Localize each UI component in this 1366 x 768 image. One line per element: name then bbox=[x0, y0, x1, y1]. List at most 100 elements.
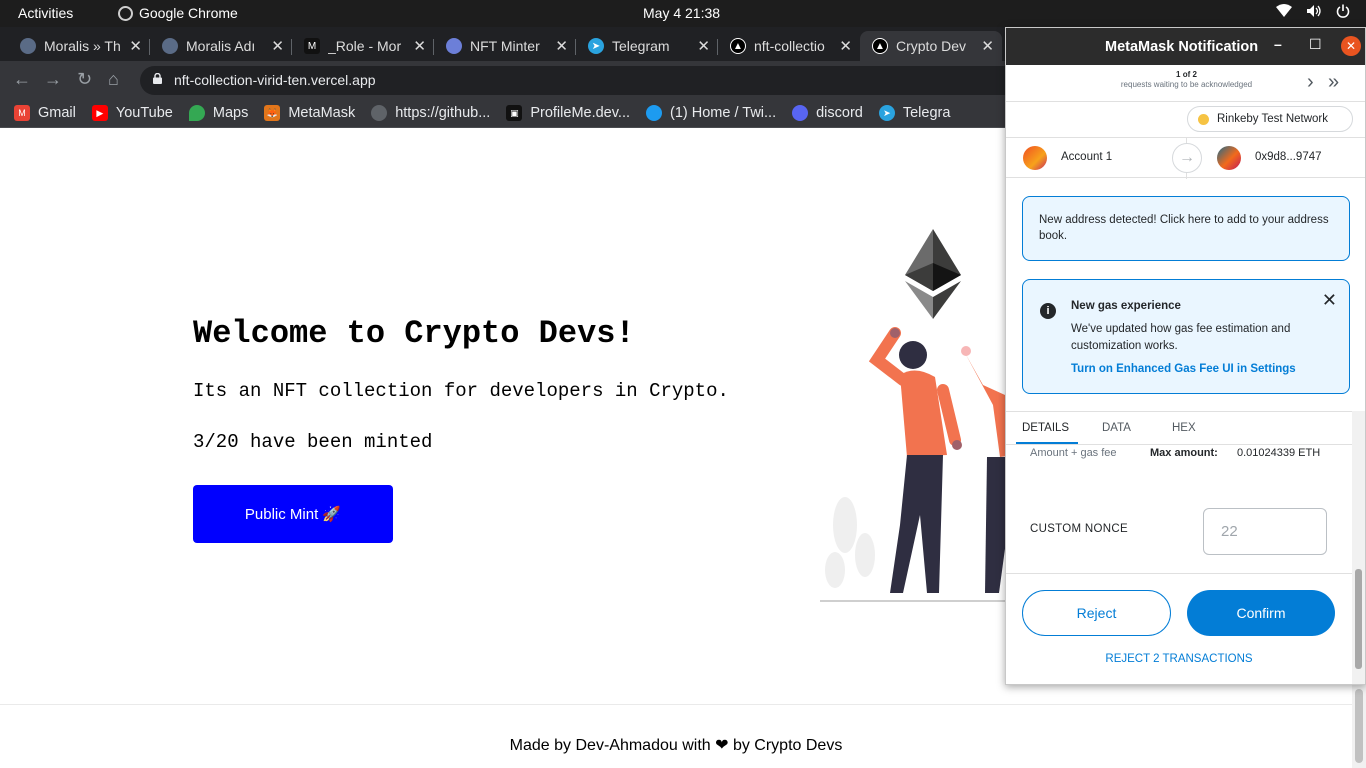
close-tab-icon[interactable]: ✕ bbox=[981, 37, 994, 55]
active-tab-indicator bbox=[1016, 442, 1078, 444]
sender-account[interactable]: Account 1 bbox=[1061, 151, 1112, 163]
minted-status: 3/20 have been minted bbox=[193, 431, 433, 453]
bookmark-twitter[interactable]: (1) Home / Twi... bbox=[646, 105, 776, 121]
forward-icon[interactable]: → bbox=[44, 69, 62, 90]
tab-crypto-devs[interactable]: ▲ Crypto Dev ✕ bbox=[860, 31, 1002, 61]
sender-recipient-row: Account 1 → 0x9d8...9747 bbox=[1006, 137, 1365, 179]
network-name: Rinkeby Test Network bbox=[1217, 113, 1328, 125]
custom-nonce-label: CUSTOM NONCE bbox=[1030, 523, 1128, 535]
bookmark-label: Gmail bbox=[38, 105, 76, 121]
tab-title: Telegram bbox=[612, 38, 670, 54]
bookmark-telegram[interactable]: ➤ Telegra bbox=[878, 105, 951, 121]
moralis-favicon-icon bbox=[20, 38, 36, 54]
page-description: Its an NFT collection for developers in … bbox=[193, 380, 729, 402]
scrollbar-thumb[interactable] bbox=[1355, 569, 1362, 669]
bookmark-github[interactable]: https://github... bbox=[371, 105, 490, 121]
bookmark-maps[interactable]: Maps bbox=[188, 105, 249, 121]
bookmark-label: ProfileMe.dev... bbox=[530, 105, 631, 121]
reload-icon[interactable]: ↻ bbox=[77, 69, 92, 90]
arrow-right-icon: → bbox=[1172, 143, 1202, 173]
public-mint-button[interactable]: Public Mint 🚀 bbox=[193, 485, 393, 543]
bookmark-label: Maps bbox=[212, 105, 249, 121]
volume-icon bbox=[1307, 5, 1321, 17]
bookmark-gmail[interactable]: M Gmail bbox=[14, 105, 76, 121]
activities-button[interactable]: Activities bbox=[18, 5, 73, 21]
app-menu[interactable]: Google Chrome bbox=[118, 5, 238, 21]
footer-divider bbox=[0, 704, 1352, 705]
maximize-icon[interactable]: ☐ bbox=[1309, 36, 1322, 53]
bookmark-label: MetaMask bbox=[288, 105, 356, 121]
close-tab-icon[interactable]: ✕ bbox=[129, 37, 142, 55]
wifi-icon bbox=[1276, 4, 1292, 17]
nft-minter-favicon-icon bbox=[446, 38, 462, 54]
ethereum-logo-icon bbox=[905, 229, 961, 319]
tab-nft-minter[interactable]: NFT Minter ✕ bbox=[434, 31, 576, 61]
address-bar[interactable]: nft-collection-virid-ten.vercel.app bbox=[140, 66, 1020, 95]
tab-title: Moralis Adı bbox=[186, 38, 256, 54]
amount-row: Amount + gas fee Max amount: 0.01024339 … bbox=[1030, 447, 1320, 459]
recipient-address[interactable]: 0x9d8...9747 bbox=[1255, 151, 1322, 163]
chrome-icon bbox=[118, 5, 133, 21]
next-request-icon[interactable]: › bbox=[1307, 71, 1314, 94]
tab-title: _Role - Mor bbox=[328, 38, 402, 54]
tab-moralis-2[interactable]: Moralis Adı ✕ bbox=[150, 31, 292, 61]
bookmark-profileme[interactable]: ▣ ProfileMe.dev... bbox=[506, 105, 630, 121]
tab-role[interactable]: M _Role - Mor ✕ bbox=[292, 31, 434, 61]
tab-moralis-1[interactable]: Moralis » Th ✕ bbox=[8, 31, 150, 61]
enhanced-gas-settings-link[interactable]: Turn on Enhanced Gas Fee UI in Settings bbox=[1071, 363, 1296, 375]
tab-nft-collection[interactable]: ▲ nft-collectio ✕ bbox=[718, 31, 860, 61]
profileme-icon: ▣ bbox=[506, 105, 523, 121]
custom-nonce-input[interactable]: 22 bbox=[1203, 508, 1327, 555]
close-tab-icon[interactable]: ✕ bbox=[555, 37, 568, 55]
tab-title: NFT Minter bbox=[470, 38, 540, 54]
close-tab-icon[interactable]: ✕ bbox=[697, 37, 710, 55]
confirm-button[interactable]: Confirm bbox=[1187, 590, 1335, 636]
reject-all-transactions-link[interactable]: REJECT 2 TRANSACTIONS bbox=[1006, 653, 1352, 665]
back-icon[interactable]: ← bbox=[13, 69, 31, 90]
close-tab-icon[interactable]: ✕ bbox=[271, 37, 284, 55]
tab-hex[interactable]: HEX bbox=[1172, 422, 1196, 434]
tab-title: Moralis » Th bbox=[44, 38, 121, 54]
bookmark-label: YouTube bbox=[115, 105, 173, 121]
window-titlebar[interactable]: MetaMask Notification – ☐ ✕ bbox=[1006, 28, 1365, 65]
system-top-bar: Activities Google Chrome May 4 21:38 bbox=[0, 0, 1366, 27]
gmail-icon: M bbox=[14, 105, 30, 121]
reject-button[interactable]: Reject bbox=[1022, 590, 1171, 636]
request-queue-nav: 1 of 2 requests waiting to be acknowledg… bbox=[1006, 65, 1365, 102]
minimize-icon[interactable]: – bbox=[1274, 36, 1282, 52]
max-amount-label: Max amount: bbox=[1150, 447, 1218, 459]
youtube-icon: ▶ bbox=[91, 105, 108, 121]
amount-label: Amount + gas fee bbox=[1030, 447, 1117, 459]
home-icon[interactable]: ⌂ bbox=[108, 69, 119, 90]
recipient-avatar bbox=[1217, 146, 1241, 170]
close-tab-icon[interactable]: ✕ bbox=[413, 37, 426, 55]
scrollbar-thumb[interactable] bbox=[1355, 689, 1363, 763]
gas-notice-body: We've updated how gas fee estimation and… bbox=[1071, 323, 1291, 352]
bookmark-label: Telegra bbox=[902, 105, 951, 121]
system-tray[interactable] bbox=[1276, 4, 1350, 18]
close-window-icon[interactable]: ✕ bbox=[1341, 36, 1361, 56]
bookmark-metamask[interactable]: 🦊 MetaMask bbox=[264, 105, 355, 121]
tab-telegram[interactable]: ➤ Telegram ✕ bbox=[576, 31, 718, 61]
tab-title: Crypto Dev bbox=[896, 38, 967, 54]
power-icon bbox=[1336, 4, 1350, 18]
bookmark-label: (1) Home / Twi... bbox=[670, 105, 777, 121]
tab-data[interactable]: DATA bbox=[1102, 422, 1131, 434]
transaction-tabs: DETAILS DATA HEX bbox=[1006, 411, 1365, 445]
discord-icon bbox=[792, 105, 809, 121]
moralis-favicon-icon bbox=[162, 38, 178, 54]
telegram-icon: ➤ bbox=[878, 105, 895, 121]
bookmark-discord[interactable]: discord bbox=[792, 105, 863, 121]
clock[interactable]: May 4 21:38 bbox=[643, 5, 720, 21]
max-amount-value: 0.01024339 ETH bbox=[1237, 447, 1321, 459]
bookmark-label: discord bbox=[816, 105, 863, 121]
tab-details[interactable]: DETAILS bbox=[1022, 422, 1069, 434]
new-address-notice[interactable]: New address detected! Click here to add … bbox=[1022, 196, 1350, 261]
dismiss-notice-icon[interactable]: ✕ bbox=[1322, 290, 1337, 311]
last-request-icon[interactable]: » bbox=[1328, 71, 1339, 94]
popup-scrollbar[interactable] bbox=[1352, 411, 1365, 684]
app-name: Google Chrome bbox=[139, 5, 238, 21]
account-avatar bbox=[1023, 146, 1047, 170]
close-tab-icon[interactable]: ✕ bbox=[839, 37, 852, 55]
bookmark-youtube[interactable]: ▶ YouTube bbox=[91, 105, 173, 121]
